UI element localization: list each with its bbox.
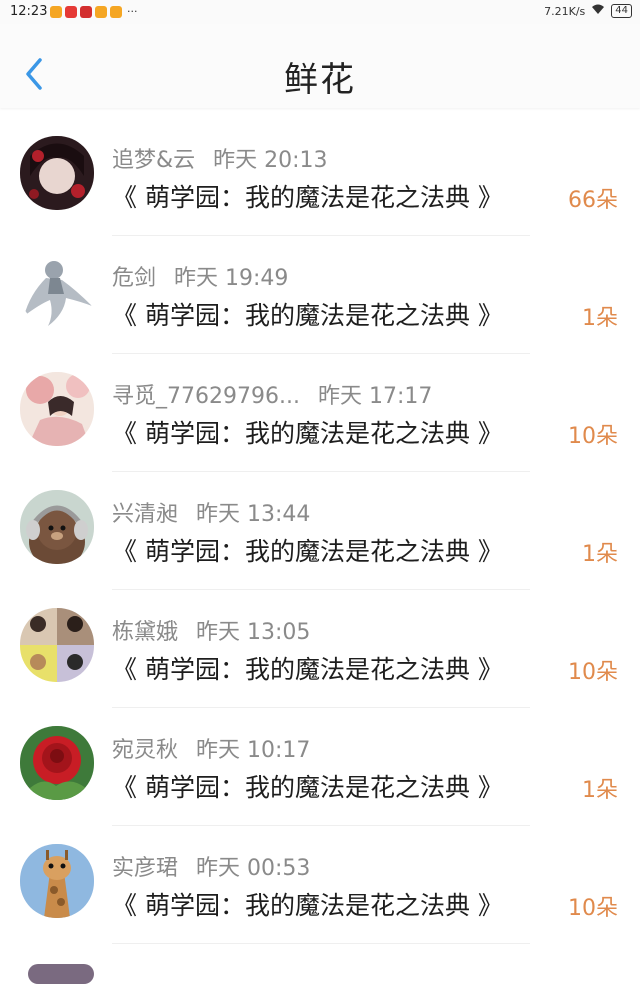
list-item[interactable]: 实彦珺 昨天 00:53 《 萌学园：我的魔法是花之法典 》 10朵 (0, 826, 640, 944)
timestamp: 昨天 17:17 (317, 384, 433, 409)
book-title[interactable]: 《 萌学园：我的魔法是花之法典 》 (112, 414, 503, 450)
username[interactable]: 栋黛娥 (112, 620, 178, 645)
book-title[interactable]: 《 萌学园：我的魔法是花之法典 》 (112, 532, 503, 568)
flower-count: 1朵 (582, 306, 618, 331)
username[interactable]: 兴清昶 (112, 502, 178, 527)
wifi-icon (591, 4, 605, 18)
avatar[interactable] (20, 136, 94, 210)
list-item[interactable]: 宛灵秋 昨天 10:17 《 萌学园：我的魔法是花之法典 》 1朵 (0, 708, 640, 826)
status-right: 7.21K/s 44 (544, 4, 632, 18)
username[interactable]: 寻觅_77629796... (112, 384, 300, 409)
book-title[interactable]: 《 萌学园：我的魔法是花之法典 》 (112, 296, 503, 332)
avatar[interactable] (20, 608, 94, 682)
list-item[interactable]: 栋黛娥 昨天 13:05 《 萌学园：我的魔法是花之法典 》 10朵 (0, 590, 640, 708)
red-app-icon (80, 5, 92, 18)
list-item[interactable]: 兴清昶 昨天 13:44 《 萌学园：我的魔法是花之法典 》 1朵 (0, 472, 640, 590)
avatar[interactable] (20, 844, 94, 918)
timestamp: 昨天 20:13 (213, 148, 328, 173)
flower-count: 1朵 (582, 542, 618, 567)
book-title[interactable]: 《 萌学园：我的魔法是花之法典 》 (112, 178, 503, 214)
weibo-icon (95, 5, 107, 18)
avatar[interactable] (20, 254, 94, 328)
avatar[interactable] (20, 372, 94, 446)
net-speed: 7.21K/s (544, 4, 586, 18)
weibo-icon (50, 5, 62, 18)
timestamp: 昨天 13:05 (196, 620, 311, 645)
book-title[interactable]: 《 萌学园：我的魔法是花之法典 》 (112, 650, 503, 686)
divider (112, 943, 530, 944)
avatar[interactable] (20, 726, 94, 800)
list-item[interactable]: 追梦&云 昨天 20:13 《 萌学园：我的魔法是花之法典 》 66朵 (0, 118, 640, 236)
more-notifications-icon: ··· (127, 5, 138, 18)
battery-icon: 44 (611, 4, 632, 18)
weibo-icon (110, 5, 122, 18)
flower-count: 66朵 (568, 188, 618, 213)
timestamp: 昨天 13:44 (196, 502, 311, 527)
flower-count: 1朵 (582, 778, 618, 803)
avatar[interactable] (20, 490, 94, 564)
gift-meta: 危剑 昨天 19:49 (112, 260, 288, 292)
username[interactable]: 宛灵秋 (112, 738, 178, 763)
flower-count: 10朵 (568, 896, 618, 921)
book-title[interactable]: 《 萌学园：我的魔法是花之法典 》 (112, 768, 503, 804)
timestamp: 昨天 00:53 (196, 856, 311, 881)
list-item[interactable]: 危剑 昨天 19:49 《 萌学园：我的魔法是花之法典 》 1朵 (0, 236, 640, 354)
timestamp: 昨天 10:17 (196, 738, 311, 763)
username[interactable]: 追梦&云 (112, 148, 195, 173)
flower-count: 10朵 (568, 660, 618, 685)
gift-meta: 栋黛娥 昨天 13:05 (112, 614, 310, 646)
page-title: 鲜花 (284, 60, 356, 100)
gift-meta: 实彦珺 昨天 00:53 (112, 850, 310, 882)
status-time: 12:23 (10, 4, 48, 19)
gift-meta: 追梦&云 昨天 20:13 (112, 142, 328, 174)
list-item[interactable]: 寻觅_77629796... 昨天 17:17 《 萌学园：我的魔法是花之法典 》… (0, 354, 640, 472)
timestamp: 昨天 19:49 (174, 266, 289, 291)
flower-gift-list: 追梦&云 昨天 20:13 《 萌学园：我的魔法是花之法典 》 66朵 危剑 昨天 … (0, 118, 640, 944)
app-badge-icon (65, 5, 77, 18)
notification-icons: ··· (50, 5, 138, 18)
flower-count: 10朵 (568, 424, 618, 449)
status-bar: 12:23 ··· 7.21K/s 44 (0, 0, 640, 24)
gift-meta: 寻觅_77629796... 昨天 17:17 (112, 378, 432, 410)
gift-meta: 兴清昶 昨天 13:44 (112, 496, 310, 528)
book-title[interactable]: 《 萌学园：我的魔法是花之法典 》 (112, 886, 503, 922)
username[interactable]: 危剑 (112, 266, 156, 291)
gift-meta: 宛灵秋 昨天 10:17 (112, 732, 310, 764)
avatar[interactable] (28, 964, 94, 984)
username[interactable]: 实彦珺 (112, 856, 178, 881)
top-bar: 鲜花 (0, 24, 640, 108)
